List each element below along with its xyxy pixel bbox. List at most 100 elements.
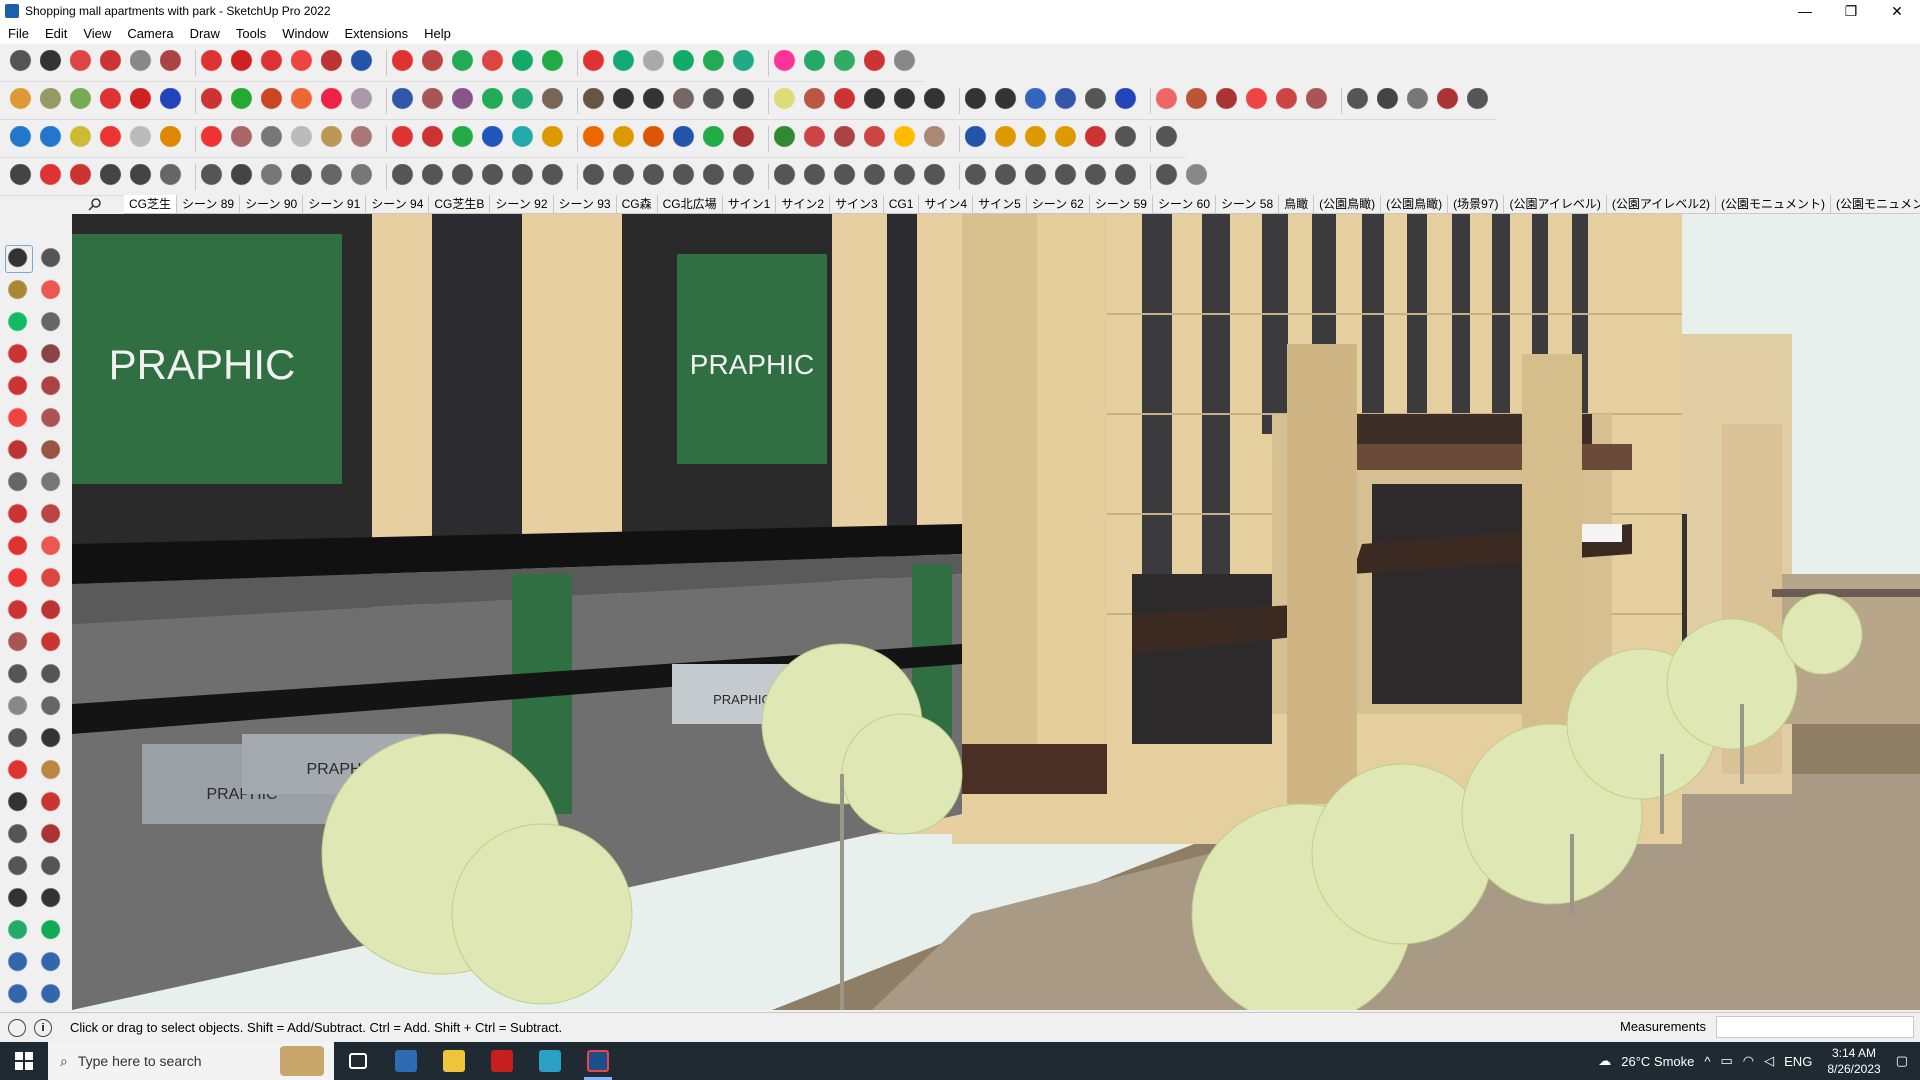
toolbar-tool-icon[interactable] bbox=[894, 125, 920, 152]
toolbar-tool-icon[interactable] bbox=[321, 49, 347, 76]
left-tool-icon[interactable] bbox=[38, 597, 66, 625]
toolbar-tool-icon[interactable] bbox=[774, 49, 800, 76]
toolbar-tool-icon[interactable] bbox=[924, 87, 950, 114]
toolbar-tool-icon[interactable] bbox=[1407, 87, 1433, 114]
toolbar-tool-icon[interactable] bbox=[261, 163, 287, 190]
scene-tab[interactable]: シーン 91 bbox=[303, 194, 367, 213]
toolbar-tool-icon[interactable] bbox=[40, 49, 66, 76]
toolbar-tool-icon[interactable] bbox=[733, 163, 759, 190]
left-tool-icon[interactable] bbox=[38, 565, 66, 593]
toolbar-tool-icon[interactable] bbox=[1306, 87, 1332, 114]
toolbar-tool-icon[interactable] bbox=[422, 87, 448, 114]
left-tool-icon[interactable] bbox=[5, 245, 33, 273]
toolbar-tool-icon[interactable] bbox=[613, 163, 639, 190]
toolbar-tool-icon[interactable] bbox=[392, 49, 418, 76]
close-button[interactable]: ✕ bbox=[1874, 0, 1920, 22]
left-tool-icon[interactable] bbox=[5, 821, 33, 849]
notification-icon[interactable]: ▢ bbox=[1896, 1053, 1908, 1069]
toolbar-tool-icon[interactable] bbox=[1276, 87, 1302, 114]
toolbar-tool-icon[interactable] bbox=[512, 163, 538, 190]
toolbar-tool-icon[interactable] bbox=[613, 49, 639, 76]
scene-tab[interactable]: シーン 92 bbox=[490, 194, 554, 213]
toolbar-tool-icon[interactable] bbox=[231, 49, 257, 76]
geo-location-icon[interactable] bbox=[8, 1018, 26, 1037]
toolbar-tool-icon[interactable] bbox=[291, 49, 317, 76]
toolbar-tool-icon[interactable] bbox=[804, 87, 830, 114]
toolbar-tool-icon[interactable] bbox=[834, 49, 860, 76]
toolbar-tool-icon[interactable] bbox=[291, 125, 317, 152]
scene-tab[interactable]: サイン5 bbox=[973, 194, 1027, 213]
left-tool-icon[interactable] bbox=[38, 277, 66, 305]
toolbar-tool-icon[interactable] bbox=[995, 87, 1021, 114]
toolbar-tool-icon[interactable] bbox=[673, 49, 699, 76]
scene-tab[interactable]: シーン 93 bbox=[554, 194, 617, 213]
toolbar-tool-icon[interactable] bbox=[542, 87, 568, 114]
acrobat-app[interactable] bbox=[478, 1042, 526, 1080]
toolbar-tool-icon[interactable] bbox=[864, 125, 890, 152]
left-tool-icon[interactable] bbox=[38, 373, 66, 401]
toolbar-tool-icon[interactable] bbox=[673, 87, 699, 114]
left-tool-icon[interactable] bbox=[38, 917, 66, 945]
toolbar-tool-icon[interactable] bbox=[703, 87, 729, 114]
left-tool-icon[interactable] bbox=[5, 437, 33, 465]
toolbar-tool-icon[interactable] bbox=[70, 49, 96, 76]
toolbar-tool-icon[interactable] bbox=[100, 163, 126, 190]
toolbar-tool-icon[interactable] bbox=[583, 87, 609, 114]
scene-tab[interactable]: サイン4 bbox=[919, 194, 974, 213]
scene-tab[interactable]: 鳥瞰 bbox=[1279, 194, 1315, 213]
scene-tab[interactable]: (场景97) bbox=[1448, 194, 1505, 213]
left-tool-icon[interactable] bbox=[5, 949, 33, 977]
toolbar-tool-icon[interactable] bbox=[733, 49, 759, 76]
toolbar-tool-icon[interactable] bbox=[130, 163, 156, 190]
sketchup-taskbar-button[interactable] bbox=[574, 1042, 622, 1080]
toolbar-tool-icon[interactable] bbox=[894, 87, 920, 114]
toolbar-tool-icon[interactable] bbox=[894, 163, 920, 190]
toolbar-tool-icon[interactable] bbox=[542, 49, 568, 76]
toolbar-tool-icon[interactable] bbox=[834, 87, 860, 114]
app-3-button[interactable] bbox=[526, 1042, 574, 1080]
toolbar-tool-icon[interactable] bbox=[864, 49, 890, 76]
toolbar-tool-icon[interactable] bbox=[160, 125, 186, 152]
toolbar-tool-icon[interactable] bbox=[321, 87, 347, 114]
scene-tab[interactable]: (公園モニュメント2) bbox=[1831, 195, 1920, 213]
toolbar-tool-icon[interactable] bbox=[834, 125, 860, 152]
toolbar-tool-icon[interactable] bbox=[321, 163, 347, 190]
toolbar-tool-icon[interactable] bbox=[231, 125, 257, 152]
toolbar-tool-icon[interactable] bbox=[1055, 163, 1081, 190]
toolbar-tool-icon[interactable] bbox=[482, 49, 508, 76]
menu-tools[interactable]: Tools bbox=[228, 26, 274, 41]
left-tool-icon[interactable] bbox=[5, 981, 33, 1009]
task-view-button[interactable] bbox=[334, 1042, 382, 1080]
toolbar-tool-icon[interactable] bbox=[703, 125, 729, 152]
minimize-button[interactable]: — bbox=[1782, 0, 1828, 22]
left-tool-icon[interactable] bbox=[38, 885, 66, 913]
toolbar-tool-icon[interactable] bbox=[1156, 163, 1182, 190]
tray-chevron-icon[interactable]: ^ bbox=[1704, 1054, 1710, 1069]
left-tool-icon[interactable] bbox=[38, 341, 66, 369]
scene-tab[interactable]: CG芝生B bbox=[429, 194, 491, 213]
clock[interactable]: 3:14 AM 8/26/2023 bbox=[1827, 1045, 1880, 1077]
toolbar-tool-icon[interactable] bbox=[201, 87, 227, 114]
toolbar-tool-icon[interactable] bbox=[673, 125, 699, 152]
left-tool-icon[interactable] bbox=[5, 565, 33, 593]
toolbar-tool-icon[interactable] bbox=[804, 163, 830, 190]
toolbar-tool-icon[interactable] bbox=[291, 163, 317, 190]
toolbar-tool-icon[interactable] bbox=[40, 163, 66, 190]
toolbar-tool-icon[interactable] bbox=[40, 125, 66, 152]
network-icon[interactable]: ▭ bbox=[1721, 1053, 1733, 1069]
toolbar-tool-icon[interactable] bbox=[100, 49, 126, 76]
toolbar-tool-icon[interactable] bbox=[291, 87, 317, 114]
left-tool-icon[interactable] bbox=[5, 725, 33, 753]
toolbar-tool-icon[interactable] bbox=[10, 125, 36, 152]
scene-tab[interactable]: CG1 bbox=[884, 194, 920, 213]
toolbar-tool-icon[interactable] bbox=[1085, 87, 1111, 114]
scene-tab[interactable]: シーン 59 bbox=[1090, 194, 1153, 213]
toolbar-tool-icon[interactable] bbox=[643, 49, 669, 76]
toolbar-tool-icon[interactable] bbox=[452, 87, 478, 114]
left-tool-icon[interactable] bbox=[5, 757, 33, 785]
toolbar-tool-icon[interactable] bbox=[583, 125, 609, 152]
toolbar-tool-icon[interactable] bbox=[70, 87, 96, 114]
toolbar-tool-icon[interactable] bbox=[924, 125, 950, 152]
toolbar-tool-icon[interactable] bbox=[1085, 125, 1111, 152]
left-tool-icon[interactable] bbox=[5, 469, 33, 497]
